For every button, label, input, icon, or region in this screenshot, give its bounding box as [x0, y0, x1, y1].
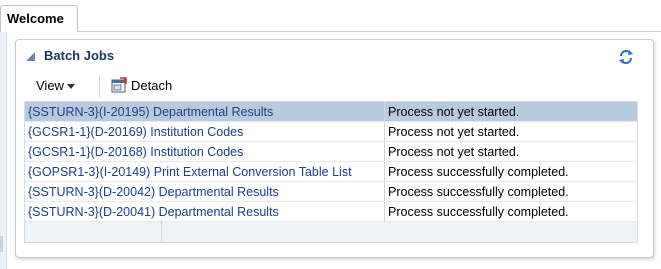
table-row[interactable]: {SSTURN-3}(D-20041) Departmental Results… [25, 201, 637, 222]
panel-title: Batch Jobs [44, 48, 115, 63]
job-name-link[interactable]: {GCSR1-1}(D-20169) Institution Codes [25, 121, 385, 142]
table-row[interactable]: {SSTURN-3}(I-20195) Departmental Results… [25, 102, 637, 122]
toolbar: View Detach [24, 73, 638, 99]
job-name-link[interactable]: {GOPSR1-3}(I-20149) Print External Conve… [25, 161, 385, 182]
toolbar-separator [99, 76, 100, 98]
job-status: Process successfully completed. [384, 161, 637, 182]
table-row[interactable]: {GCSR1-1}(D-20168) Institution Codes Pro… [25, 141, 637, 162]
left-splitter[interactable] [0, 32, 7, 269]
job-status: Process successfully completed. [384, 201, 637, 222]
table-row[interactable]: {SSTURN-3}(D-20042) Departmental Results… [25, 181, 637, 202]
tab-strip: Welcome [0, 0, 661, 32]
chevron-down-icon [66, 84, 75, 90]
batch-jobs-panel: Batch Jobs View Detach {SSTURN-3}(I-2019… [15, 39, 654, 258]
job-name-link[interactable]: {SSTURN-3}(D-20042) Departmental Results [25, 181, 385, 202]
table-filler-divider [161, 220, 162, 242]
table-row[interactable]: {GOPSR1-3}(I-20149) Print External Conve… [25, 161, 637, 182]
jobs-table: {SSTURN-3}(I-20195) Departmental Results… [24, 101, 638, 243]
collapse-triangle-icon[interactable] [26, 52, 35, 61]
view-menu-button[interactable]: View [28, 73, 83, 99]
splitter-handle[interactable] [0, 236, 3, 252]
job-name-link[interactable]: {SSTURN-3}(I-20195) Departmental Results [25, 102, 385, 122]
job-status: Process not yet started. [384, 141, 637, 162]
tab-welcome[interactable]: Welcome [0, 5, 78, 31]
refresh-icon[interactable] [619, 49, 633, 65]
job-status: Process not yet started. [384, 121, 637, 142]
job-status: Process successfully completed. [384, 181, 637, 202]
table-row[interactable]: {GCSR1-1}(D-20169) Institution Codes Pro… [25, 121, 637, 142]
detach-label: Detach [131, 78, 173, 93]
view-label: View [36, 78, 64, 93]
panel-header: Batch Jobs [16, 40, 653, 70]
tab-label: Welcome [7, 11, 64, 26]
job-status: Process not yet started. [384, 102, 637, 122]
job-name-link[interactable]: {GCSR1-1}(D-20168) Institution Codes [25, 141, 385, 162]
job-name-link[interactable]: {SSTURN-3}(D-20041) Departmental Results [25, 201, 385, 222]
detach-icon [111, 77, 127, 93]
